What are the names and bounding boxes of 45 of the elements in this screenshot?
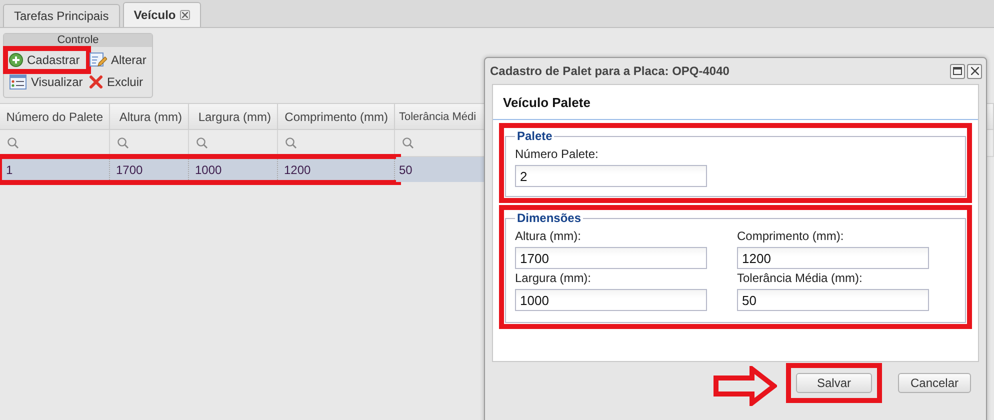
search-icon[interactable] xyxy=(402,137,414,149)
close-icon[interactable] xyxy=(180,10,190,20)
maximize-icon[interactable] xyxy=(950,64,965,78)
group-title: Controle xyxy=(4,34,152,47)
tab[interactable]: Tarefas Principais xyxy=(3,4,120,27)
plus-circle-icon xyxy=(9,53,23,67)
input-field[interactable]: 1200 xyxy=(737,247,929,269)
dialog-title: Cadastro de Palet para a Placa: OPQ-4040 xyxy=(490,64,730,78)
toolbar-button[interactable]: Visualizar xyxy=(7,72,87,92)
column-header[interactable]: Número do Palete xyxy=(0,104,110,129)
toolbar-button[interactable]: Cadastrar xyxy=(7,50,87,70)
list-form-icon xyxy=(9,74,27,90)
search-icon[interactable] xyxy=(285,137,297,149)
column-header[interactable]: Comprimento (mm) xyxy=(278,104,395,129)
search-icon[interactable] xyxy=(196,137,208,149)
search-icon[interactable] xyxy=(117,137,129,149)
field-label: Largura (mm): xyxy=(515,271,592,285)
table-cell: 1200 xyxy=(278,157,395,182)
toolbar-button[interactable]: Excluir xyxy=(87,72,153,92)
table-cell: 1000 xyxy=(189,157,278,182)
table-row[interactable]: 1 1700 1000 1200 xyxy=(0,157,398,182)
table-cell: 1700 xyxy=(110,157,189,182)
panel-header: Veículo Palete xyxy=(493,85,978,120)
pencil-form-icon xyxy=(89,52,107,68)
search-icon[interactable] xyxy=(7,137,19,149)
dialog-button[interactable]: Cancelar xyxy=(898,373,971,393)
field-label: Número Palete: xyxy=(515,147,600,161)
section-legend: Palete xyxy=(515,129,554,143)
table-cell: 1 xyxy=(0,157,110,182)
input-field[interactable]: 2 xyxy=(515,165,707,187)
input-field[interactable]: 1700 xyxy=(515,247,707,269)
dialog-button[interactable]: Salvar xyxy=(796,373,872,393)
column-header[interactable]: Altura (mm) xyxy=(110,104,189,129)
input-field[interactable]: 50 xyxy=(737,289,929,311)
tab[interactable]: Veículo xyxy=(122,2,201,27)
delete-icon xyxy=(89,75,103,89)
column-header[interactable]: Largura (mm) xyxy=(189,104,278,129)
table-cell: 50 xyxy=(396,157,485,182)
input-field[interactable]: 1000 xyxy=(515,289,707,311)
field-label: Altura (mm): xyxy=(515,229,582,243)
section-legend: Dimensões xyxy=(515,211,584,225)
field-label: Tolerância Média (mm): xyxy=(737,271,864,285)
toolbar-button[interactable]: Alterar xyxy=(87,50,153,70)
close-icon[interactable] xyxy=(967,64,982,78)
field-label: Comprimento (mm): xyxy=(737,229,845,243)
